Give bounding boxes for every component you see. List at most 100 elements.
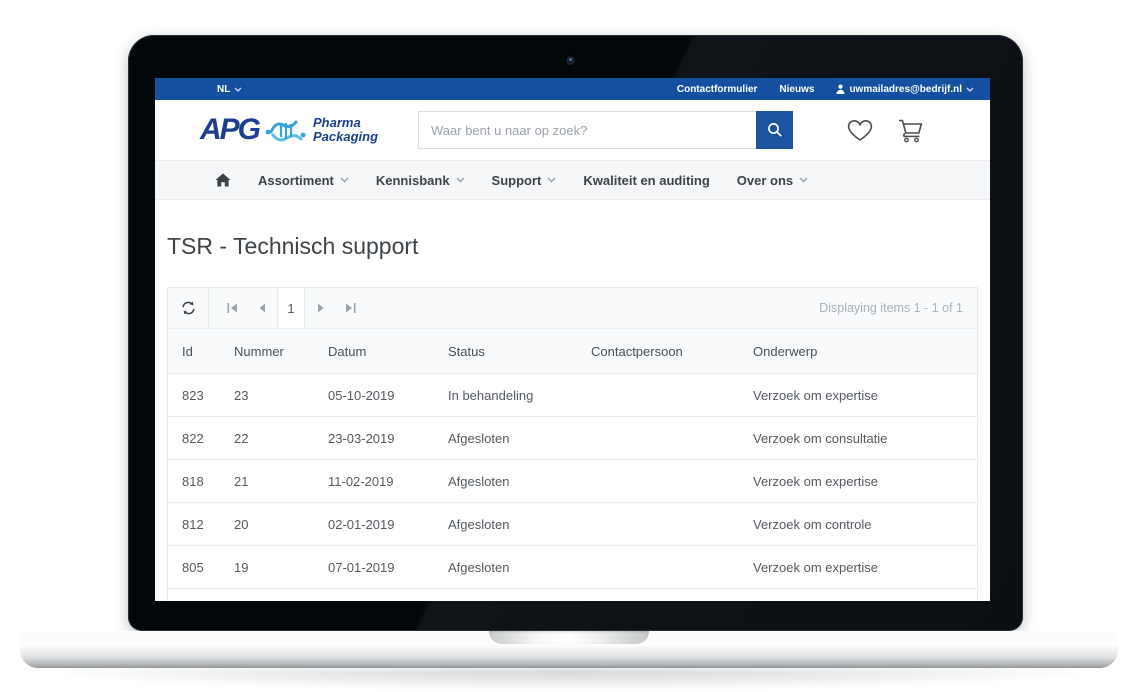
language-label: NL (217, 84, 230, 95)
table-cell: 11-02-2019 (314, 460, 434, 503)
table-cell: Verzoek om controle (739, 503, 977, 546)
table-cell: 05-10-2019 (314, 374, 434, 417)
chevron-down-icon (234, 87, 242, 92)
column-header-contactpersoon[interactable]: Contactpersoon (577, 329, 739, 374)
table-cell (577, 589, 739, 602)
table-cell: 23 (220, 374, 314, 417)
logo-brand-line1: Pharma (313, 116, 378, 130)
table-cell: 823 (168, 374, 220, 417)
chevron-down-icon (966, 87, 974, 92)
site-header: APG Pharma Packaging (155, 100, 990, 160)
table-cell: 19 (220, 546, 314, 589)
table-cell: 818 (168, 460, 220, 503)
column-header-onderwerp[interactable]: Onderwerp (739, 329, 977, 374)
table-cell: 20 (220, 503, 314, 546)
first-page-button[interactable] (217, 288, 247, 328)
table-cell (577, 546, 739, 589)
table-cell: 822 (168, 417, 220, 460)
table-row[interactable]: 8051907-01-2019Afgesloten Verzoek om expe… (168, 546, 977, 589)
table-cell: Verzoek om expertise (739, 546, 977, 589)
webcam-dot (566, 56, 575, 65)
table-header-row: Id Nummer Datum Status Contactpersoon On… (168, 329, 977, 374)
table-cell (577, 460, 739, 503)
site-logo[interactable]: APG Pharma Packaging (200, 115, 406, 145)
nav-item-assortiment[interactable]: Assortiment (258, 173, 349, 188)
dna-icon (265, 115, 307, 145)
table-cell: Afgesloten (434, 546, 577, 589)
column-header-id[interactable]: Id (168, 329, 220, 374)
nav-item-kwaliteit-en-auditing[interactable]: Kwaliteit en auditing (583, 173, 709, 188)
nav-home[interactable] (215, 173, 231, 187)
table-cell: 805 (168, 546, 220, 589)
page-title: TSR - Technisch support (167, 233, 978, 260)
table-cell: Verzoek om expertise (739, 589, 977, 602)
table-cell (577, 503, 739, 546)
heart-icon (847, 119, 873, 142)
topbar-link-nieuws[interactable]: Nieuws (779, 84, 814, 95)
table-cell: 812 (168, 503, 220, 546)
current-page-indicator[interactable]: 1 (277, 288, 305, 328)
table-cell: 06-12-2018 (314, 589, 434, 602)
table-cell: 18 (220, 589, 314, 602)
prev-page-icon (259, 303, 266, 313)
table-row[interactable]: 8182111-02-2019Afgesloten Verzoek om expe… (168, 460, 977, 503)
browser-viewport: NL Contactformulier Nieuws uwmailadres@b… (155, 78, 990, 601)
table-cell: 801 (168, 589, 220, 602)
table-cell: In behandeling (434, 374, 577, 417)
table-cell (577, 417, 739, 460)
grid-pager: 1 (217, 288, 365, 328)
tsr-grid: 1 Displaying items 1 - 1 of 1 (167, 287, 978, 601)
laptop-reflection (60, 669, 1078, 689)
chevron-down-icon (340, 177, 349, 183)
chevron-down-icon (547, 177, 556, 183)
table-cell: Afgesloten (434, 503, 577, 546)
nav-item-support[interactable]: Support (492, 173, 557, 188)
search-button[interactable] (756, 111, 793, 149)
cart-icon (897, 118, 924, 143)
table-cell: Afgesloten (434, 589, 577, 602)
table-cell: Afgesloten (434, 460, 577, 503)
nav-item-over-ons[interactable]: Over ons (737, 173, 808, 188)
next-page-button[interactable] (305, 288, 335, 328)
topbar-link-contactformulier[interactable]: Contactformulier (677, 84, 758, 95)
first-page-icon (227, 303, 238, 313)
prev-page-button[interactable] (247, 288, 277, 328)
favorites-button[interactable] (847, 119, 873, 142)
tsr-table: Id Nummer Datum Status Contactpersoon On… (168, 329, 977, 601)
grid-status-text: Displaying items 1 - 1 of 1 (819, 301, 977, 315)
nav-item-kennisbank[interactable]: Kennisbank (376, 173, 465, 188)
table-cell: 21 (220, 460, 314, 503)
table-cell: 02-01-2019 (314, 503, 434, 546)
account-menu[interactable]: uwmailadres@bedrijf.nl (836, 84, 974, 95)
search-bar (418, 111, 793, 149)
table-cell: Verzoek om expertise (739, 374, 977, 417)
search-input[interactable] (418, 111, 756, 149)
chevron-down-icon (799, 177, 808, 183)
utility-topbar: NL Contactformulier Nieuws uwmailadres@b… (155, 78, 990, 100)
table-cell (577, 374, 739, 417)
grid-toolbar: 1 Displaying items 1 - 1 of 1 (168, 288, 977, 329)
column-header-datum[interactable]: Datum (314, 329, 434, 374)
table-row[interactable]: 8232305-10-2019In behandeling Verzoek om … (168, 374, 977, 417)
table-cell: Afgesloten (434, 417, 577, 460)
language-selector[interactable]: NL (217, 84, 242, 95)
refresh-button[interactable] (168, 288, 209, 328)
cart-button[interactable] (897, 118, 924, 143)
table-cell: Verzoek om consultatie (739, 417, 977, 460)
table-row[interactable]: 8011806-12-2018Afgesloten Verzoek om expe… (168, 589, 977, 602)
last-page-button[interactable] (335, 288, 365, 328)
logo-acronym: APG (200, 115, 259, 145)
user-icon (836, 84, 845, 94)
logo-brand-line2: Packaging (313, 130, 378, 144)
table-cell: Verzoek om expertise (739, 460, 977, 503)
table-cell: 22 (220, 417, 314, 460)
column-header-status[interactable]: Status (434, 329, 577, 374)
laptop-notch (489, 631, 649, 644)
chevron-down-icon (456, 177, 465, 183)
account-email: uwmailadres@bedrijf.nl (849, 84, 962, 95)
search-icon (767, 122, 783, 138)
table-cell: 07-01-2019 (314, 546, 434, 589)
table-row[interactable]: 8122002-01-2019Afgesloten Verzoek om cont… (168, 503, 977, 546)
table-row[interactable]: 8222223-03-2019AfgeslotenVerzoek om cons… (168, 417, 977, 460)
column-header-nummer[interactable]: Nummer (220, 329, 314, 374)
